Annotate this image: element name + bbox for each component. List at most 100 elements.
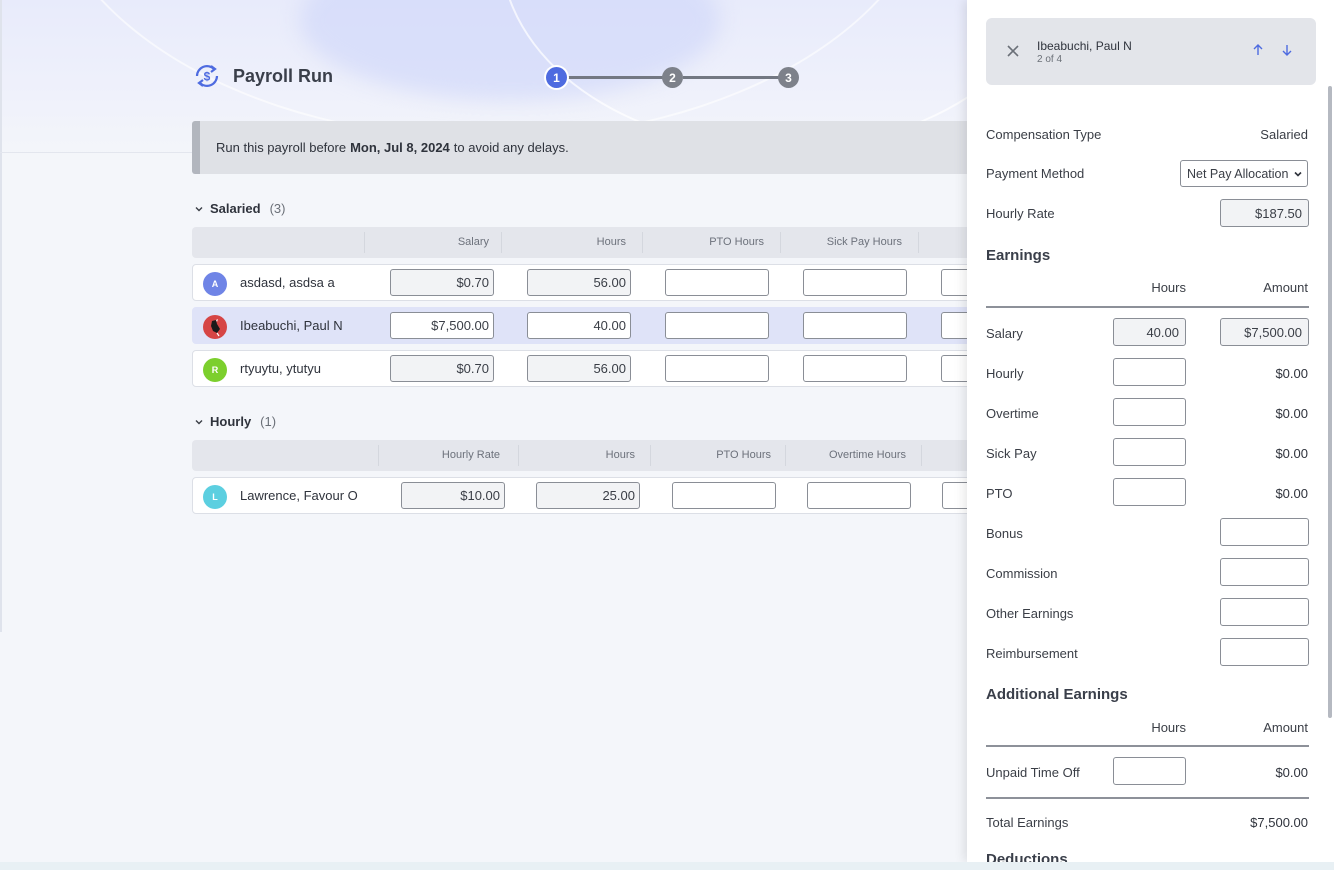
progress-stepper: 1 2 3 (546, 67, 800, 89)
table-row-selected[interactable]: Ibeabuchi, Paul N (192, 307, 1045, 344)
notice-suffix: to avoid any delays. (453, 140, 569, 155)
earning-label: Hourly (986, 366, 1024, 381)
avatar: L (203, 485, 227, 509)
sick-pay-hours-input[interactable] (803, 312, 907, 339)
column-separator (642, 232, 643, 253)
hourly-rate-input[interactable] (1220, 199, 1309, 227)
pto-hours-input[interactable] (672, 482, 776, 509)
salary-input[interactable] (390, 312, 494, 339)
table-row[interactable]: A asdasd, asdsa a (192, 264, 1045, 301)
hours-column-header: Hours (1151, 280, 1186, 295)
sick-pay-amount: $0.00 (1275, 446, 1308, 461)
earning-label: Salary (986, 326, 1023, 341)
hours-input[interactable] (527, 269, 631, 296)
payment-method-label: Payment Method (986, 166, 1085, 181)
unpaid-time-off-amount: $0.00 (1275, 765, 1308, 780)
col-overtime-hours: Overtime Hours (828, 449, 906, 461)
arrow-up-icon[interactable] (1251, 43, 1265, 57)
reimbursement-amount-input[interactable] (1220, 638, 1309, 666)
unpaid-time-off-label: Unpaid Time Off (986, 765, 1080, 780)
avatar: R (203, 358, 227, 382)
arrow-down-icon[interactable] (1280, 43, 1294, 57)
hourly-section-title: Hourly (210, 414, 252, 429)
hours-input[interactable] (527, 312, 631, 339)
table-row[interactable]: R rtyuytu, ytutyu (192, 350, 1045, 387)
column-separator (780, 232, 781, 253)
table-row[interactable]: L Lawrence, Favour O (192, 477, 1046, 514)
payroll-cycle-icon: $ (195, 65, 219, 87)
panel-employee-name: Ibeabuchi, Paul N (1037, 39, 1132, 53)
salary-amount-input[interactable] (1220, 318, 1309, 346)
additional-earnings-heading: Additional Earnings (986, 686, 1128, 703)
salary-input[interactable] (390, 355, 494, 382)
stepper-line (567, 76, 663, 79)
panel-scrollbar[interactable] (1328, 86, 1332, 718)
page-title: Payroll Run (233, 65, 334, 86)
pto-hours-input[interactable] (1113, 478, 1186, 506)
payment-method-select[interactable]: Net Pay Allocation (1180, 160, 1308, 187)
hourly-section-toggle[interactable]: Hourly (1) (194, 414, 276, 429)
compensation-type-value: Salaried (1260, 127, 1308, 142)
hours-input[interactable] (527, 355, 631, 382)
hero-divider (0, 152, 200, 153)
payment-method-value: Net Pay Allocation (1187, 166, 1289, 181)
hourly-hours-input[interactable] (1113, 358, 1186, 386)
hourly-table-header: Hourly Rate Hours PTO Hours Overtime Hou… (192, 440, 972, 471)
hourly-amount: $0.00 (1275, 366, 1308, 381)
employee-name: Lawrence, Favour O (240, 488, 358, 503)
column-separator (918, 232, 919, 253)
column-separator (785, 445, 786, 466)
column-separator (501, 232, 502, 253)
hours-column-header: Hours (1151, 720, 1186, 735)
sick-pay-hours-input[interactable] (1113, 438, 1186, 466)
earnings-heading: Earnings (986, 247, 1051, 264)
salaried-table-header: Salary Hours PTO Hours Sick Pay Hours (192, 227, 972, 258)
sick-pay-hours-input[interactable] (803, 269, 907, 296)
bonus-amount-input[interactable] (1220, 518, 1309, 546)
earning-label: PTO (986, 486, 1013, 501)
close-icon[interactable] (1005, 43, 1021, 59)
chevron-down-icon (195, 206, 203, 211)
amount-column-header: Amount (1263, 720, 1308, 735)
step-1[interactable]: 1 (546, 67, 567, 88)
avatar: A (203, 272, 227, 296)
salaried-section-toggle[interactable]: Salaried (3) (194, 201, 285, 216)
col-sick-pay-hours: Sick Pay Hours (826, 236, 902, 248)
deadline-notice: Run this payroll before Mon, Jul 8, 2024… (192, 121, 972, 174)
col-pto-hours: PTO Hours (709, 236, 764, 248)
step-2[interactable]: 2 (662, 67, 683, 88)
employee-name: Ibeabuchi, Paul N (240, 318, 343, 333)
hourly-count: (1) (260, 414, 277, 429)
panel-position: 2 of 4 (1037, 54, 1063, 65)
overtime-hours-input[interactable] (1113, 398, 1186, 426)
unpaid-time-off-hours-input[interactable] (1113, 757, 1186, 785)
col-hours: Hours (596, 236, 626, 248)
employee-name: asdasd, asdsa a (240, 275, 335, 290)
notice-date: Mon, Jul 8, 2024 (350, 140, 450, 155)
earning-label: Sick Pay (986, 446, 1037, 461)
pto-hours-input[interactable] (665, 269, 769, 296)
salary-input[interactable] (390, 269, 494, 296)
sick-pay-hours-input[interactable] (803, 355, 907, 382)
pto-hours-input[interactable] (665, 312, 769, 339)
employee-name: rtyuytu, ytutyu (240, 361, 321, 376)
column-separator (378, 445, 379, 466)
pto-hours-input[interactable] (665, 355, 769, 382)
column-separator (518, 445, 519, 466)
hours-input[interactable] (536, 482, 640, 509)
other-earnings-amount-input[interactable] (1220, 598, 1309, 626)
col-pto-hours: PTO Hours (716, 449, 771, 461)
earning-label: Bonus (986, 526, 1023, 541)
compensation-type-label: Compensation Type (986, 127, 1102, 142)
left-rail (0, 0, 2, 632)
salary-hours-input[interactable] (1113, 318, 1186, 346)
total-divider (986, 797, 1309, 799)
total-earnings-value: $7,500.00 (1250, 815, 1308, 830)
overtime-hours-input[interactable] (807, 482, 911, 509)
hourly-rate-input[interactable] (401, 482, 505, 509)
pto-amount: $0.00 (1275, 486, 1308, 501)
chevron-down-icon (1294, 171, 1302, 177)
commission-amount-input[interactable] (1220, 558, 1309, 586)
step-3[interactable]: 3 (778, 67, 799, 88)
chevron-down-icon (195, 419, 203, 424)
